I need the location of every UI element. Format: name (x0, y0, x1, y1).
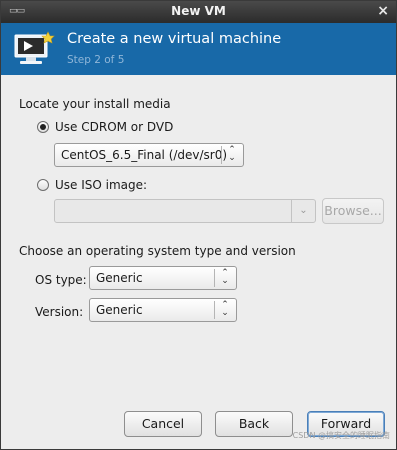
wizard-step: Step 2 of 5 (67, 54, 125, 66)
combo-separator (221, 146, 222, 164)
version-value: Generic (96, 303, 143, 317)
updown-arrows-icon: ⌃ ⌄ (221, 268, 229, 286)
os-type-select[interactable]: Generic ⌃ ⌄ (89, 266, 237, 290)
install-media-section-label: Locate your install media (19, 97, 171, 111)
updown-arrows-icon: ⌃ ⌄ (221, 300, 229, 318)
cdrom-device-value: CentOS_6.5_Final (/dev/sr0) (61, 148, 228, 162)
window-title: New VM (171, 4, 226, 18)
iso-radio-label[interactable]: Use ISO image: (55, 178, 147, 192)
os-section-label: Choose an operating system type and vers… (19, 244, 296, 258)
os-type-value: Generic (96, 271, 143, 285)
watermark: CSDN @搞安全的睡眠指南 (292, 431, 390, 440)
combo-separator (214, 301, 215, 319)
version-label: Version: (35, 305, 84, 319)
new-vm-monitor-icon (14, 31, 55, 64)
close-icon[interactable]: × (377, 3, 389, 19)
cancel-button[interactable]: Cancel (124, 411, 202, 437)
browse-button[interactable]: Browse... (322, 198, 384, 224)
cdrom-device-select[interactable]: CentOS_6.5_Final (/dev/sr0) ⌃ ⌄ (54, 143, 244, 167)
os-type-label: OS type: (35, 273, 87, 287)
iso-radio[interactable] (37, 179, 49, 191)
new-vm-dialog: ▭▭ New VM × Create a new virtual machine… (0, 0, 397, 450)
cdrom-radio-label[interactable]: Use CDROM or DVD (55, 120, 173, 134)
version-select[interactable]: Generic ⌃ ⌄ (89, 298, 237, 322)
wizard-header: Create a new virtual machine Step 2 of 5 (1, 23, 396, 75)
title-bar: ▭▭ New VM × (1, 1, 396, 23)
combo-separator (214, 269, 215, 287)
wizard-title: Create a new virtual machine (67, 31, 282, 47)
cdrom-radio[interactable] (37, 121, 49, 133)
updown-arrows-icon: ⌃ ⌄ (228, 145, 236, 163)
back-button[interactable]: Back (215, 411, 293, 437)
iso-path-input[interactable]: ⌄ (54, 199, 316, 223)
chevron-down-icon[interactable]: ⌄ (291, 200, 315, 222)
